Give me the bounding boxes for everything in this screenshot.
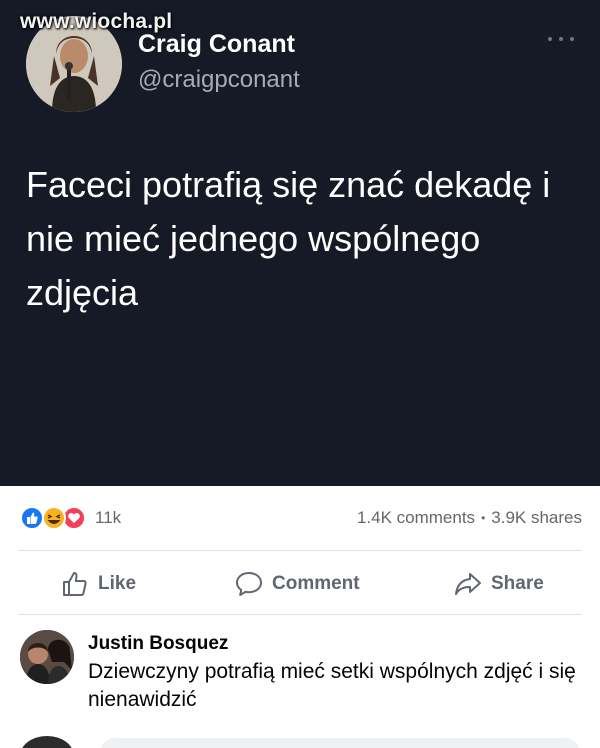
share-arrow-icon — [455, 573, 481, 595]
share-button[interactable]: Share — [453, 566, 544, 602]
divider — [18, 614, 582, 615]
reaction-count[interactable]: 11k — [95, 508, 121, 528]
tweet-card: www.wiocha.pl Craig Conant @craigpconant… — [0, 0, 600, 486]
comment-author-name[interactable]: Justin Bosquez — [88, 633, 228, 655]
like-button[interactable]: Like — [60, 566, 136, 602]
commenter-photo-icon — [20, 630, 74, 684]
commenter-avatar[interactable] — [20, 630, 74, 684]
comment-button[interactable]: Comment — [234, 566, 360, 602]
tweet-author-handle[interactable]: @craigpconant — [138, 66, 300, 94]
like-reaction-icon — [20, 506, 44, 530]
like-label: Like — [98, 573, 137, 594]
share-label: Share — [491, 573, 544, 594]
tweet-text: Faceci potrafią się znać dekadę i nie mi… — [26, 164, 551, 313]
love-reaction-icon — [62, 506, 86, 530]
reaction-icons[interactable] — [18, 506, 90, 530]
divider — [18, 550, 582, 551]
separator-dot: • — [481, 511, 486, 525]
comment-text: Dziewczyny potrafią mieć setki wspólnych… — [88, 660, 576, 711]
share-count[interactable]: 3.9K shares — [491, 508, 582, 528]
haha-reaction-icon — [42, 506, 66, 530]
next-comment-bubble — [100, 738, 580, 748]
post-stats: 11k 1.4K comments • 3.9K shares — [0, 500, 600, 536]
next-commenter-avatar[interactable] — [20, 736, 74, 748]
tweet-author-name[interactable]: Craig Conant — [138, 30, 295, 59]
thumbs-up-icon — [63, 572, 87, 596]
comment-label: Comment — [272, 573, 360, 594]
more-options-icon[interactable] — [548, 34, 574, 44]
action-bar: Like Comment Share — [0, 560, 600, 608]
comment-count[interactable]: 1.4K comments — [357, 508, 475, 528]
comment-bubble-icon — [236, 572, 262, 596]
comments-shares-summary: 1.4K comments • 3.9K shares — [357, 508, 582, 528]
